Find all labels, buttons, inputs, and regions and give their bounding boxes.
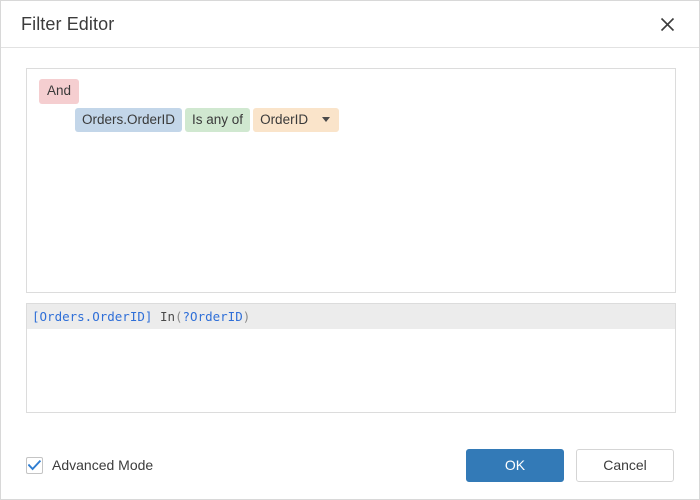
filter-condition-row: Orders.OrderID Is any of OrderID <box>27 104 675 132</box>
chevron-down-icon <box>322 116 331 122</box>
condition-value-chip[interactable]: OrderID <box>253 107 340 132</box>
cancel-button[interactable]: Cancel <box>576 448 674 482</box>
condition-value-text: OrderID <box>260 111 309 127</box>
condition-field-chip[interactable]: Orders.OrderID <box>75 107 183 132</box>
close-button[interactable] <box>653 10 681 38</box>
group-operator-chip[interactable]: And <box>39 79 80 104</box>
ok-button[interactable]: OK <box>466 448 564 482</box>
advanced-mode-label: Advanced Mode <box>52 457 154 473</box>
condition-operator-chip[interactable]: Is any of <box>185 107 251 132</box>
expression-token-parameter: ?OrderID <box>182 309 243 324</box>
expression-token-field: [Orders.OrderID] <box>32 309 153 324</box>
condition-builder-panel[interactable]: And Orders.OrderID Is any of OrderID <box>26 68 676 293</box>
advanced-mode-checkbox[interactable] <box>26 456 43 474</box>
check-icon <box>28 459 41 471</box>
expression-editor[interactable]: [Orders.OrderID] In(?OrderID) <box>26 303 676 413</box>
advanced-mode-toggle[interactable]: Advanced Mode <box>26 456 154 474</box>
dialog-body: And Orders.OrderID Is any of OrderID [Or… <box>1 48 699 431</box>
expression-token-operator: In <box>152 309 175 324</box>
page-title: Filter Editor <box>21 13 115 34</box>
expression-line[interactable]: [Orders.OrderID] In(?OrderID) <box>27 304 675 329</box>
dialog-header: Filter Editor <box>1 1 699 48</box>
expression-token-open-paren: ( <box>175 309 183 324</box>
close-icon <box>660 17 675 32</box>
filter-editor-dialog: Filter Editor And Orders.OrderID Is any … <box>0 0 700 500</box>
expression-token-close-paren: ) <box>242 309 251 324</box>
dialog-footer: Advanced Mode OK Cancel <box>1 431 699 499</box>
filter-group-row: And <box>27 69 675 104</box>
